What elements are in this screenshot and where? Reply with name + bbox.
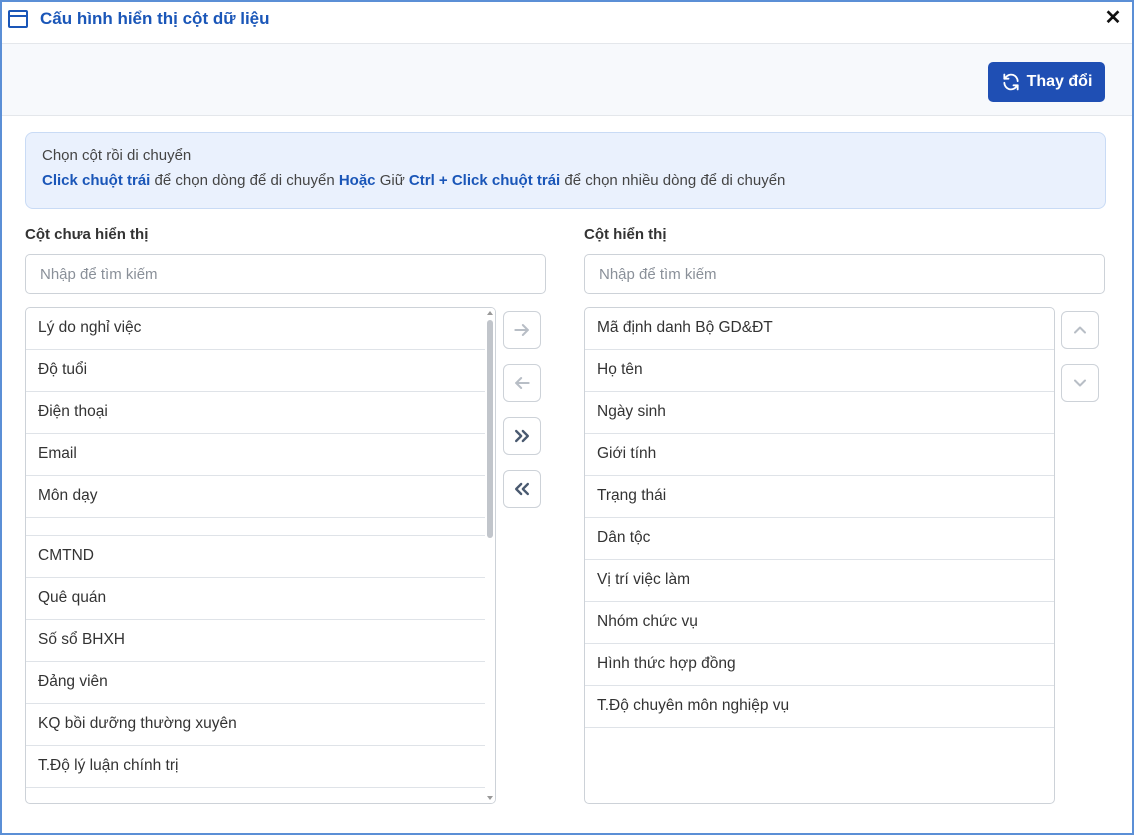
list-item[interactable]: Vị trí việc làm (585, 560, 1054, 602)
dialog-titlebar: Cấu hình hiển thị cột dữ liệu ✕ (2, 2, 1132, 44)
shown-columns-label: Cột hiển thị (584, 226, 667, 243)
scroll-up-arrow-icon[interactable] (487, 311, 493, 315)
scroll-down-arrow-icon[interactable] (487, 796, 493, 800)
instruction-text-b: Giữ (375, 172, 409, 189)
list-item[interactable] (26, 518, 485, 536)
scroll-thumb[interactable] (487, 320, 493, 538)
list-item[interactable]: Giới tính (585, 434, 1054, 476)
instruction-click-left: Click chuột trái (42, 172, 151, 189)
shown-columns-list[interactable]: Mã định danh Bộ GD&ĐT Họ tên Ngày sinh Giới… (584, 307, 1055, 804)
instruction-text-c: để chọn nhiều dòng để di chuyển (560, 172, 786, 189)
list-item[interactable]: Hình thức hợp đồng (585, 644, 1054, 686)
instruction-box: Chọn cột rồi di chuyển Click chuột trái … (25, 132, 1106, 209)
dialog-toolbar: Thay đổi (2, 44, 1132, 116)
arrow-right-icon (514, 324, 529, 336)
list-item[interactable]: T.Độ lý luận chính trị (26, 746, 485, 788)
list-item[interactable]: KQ bồi dưỡng thường xuyên (26, 704, 485, 746)
column-config-dialog: Cấu hình hiển thị cột dữ liệu ✕ Thay đổi… (0, 0, 1134, 835)
dialog-title: Cấu hình hiển thị cột dữ liệu (40, 9, 270, 28)
list-item[interactable]: Độ tuổi (26, 350, 485, 392)
hidden-columns-label: Cột chưa hiển thị (25, 226, 149, 243)
list-item[interactable]: Email (26, 434, 485, 476)
move-right-button[interactable] (503, 311, 541, 349)
refresh-icon (1003, 73, 1019, 91)
move-all-left-button[interactable] (503, 470, 541, 508)
instruction-line-1: Chọn cột rồi di chuyển (42, 147, 192, 164)
move-all-right-button[interactable] (503, 417, 541, 455)
hidden-list-scrollbar[interactable] (485, 308, 495, 803)
list-item[interactable]: T.Độ chuyên môn nghiệp vụ (585, 686, 1054, 728)
double-chevron-left-icon (515, 482, 529, 496)
list-item[interactable]: Họ tên (585, 350, 1054, 392)
change-button[interactable]: Thay đổi (988, 62, 1105, 102)
arrow-left-icon (515, 377, 530, 389)
move-up-button[interactable] (1061, 311, 1099, 349)
change-button-label: Thay đổi (1026, 73, 1093, 90)
list-item[interactable]: Trạng thái (585, 476, 1054, 518)
instruction-or: Hoặc (338, 172, 376, 189)
move-left-button[interactable] (503, 364, 541, 402)
list-item[interactable]: Lý do nghỉ việc (26, 308, 485, 350)
list-item[interactable]: Mã định danh Bộ GD&ĐT (585, 308, 1054, 350)
list-item[interactable]: Quê quán (26, 578, 485, 620)
move-down-button[interactable] (1061, 364, 1099, 402)
instruction-text-a: để chọn dòng để di chuyển (150, 172, 339, 189)
instruction-ctrl-click: Ctrl + Click chuột trái (408, 172, 561, 189)
list-item[interactable]: Điện thoại (26, 392, 485, 434)
list-item[interactable]: Nhóm chức vụ (585, 602, 1054, 644)
list-item[interactable]: Ngày sinh (585, 392, 1054, 434)
instruction-line-2: Click chuột trái để chọn dòng để di chuy… (42, 172, 1089, 189)
chevron-up-icon (1074, 326, 1086, 334)
hidden-columns-list[interactable]: Lý do nghỉ việc Độ tuổi Điện thoại Email Môn… (25, 307, 496, 804)
chevron-down-icon (1074, 379, 1086, 387)
close-button[interactable]: ✕ (1102, 7, 1124, 29)
list-item[interactable]: Đảng viên (26, 662, 485, 704)
list-item[interactable]: Số sổ BHXH (26, 620, 485, 662)
list-item[interactable]: CMTND (26, 536, 485, 578)
shown-search-input[interactable] (584, 254, 1105, 294)
list-item[interactable]: Môn dạy (26, 476, 485, 518)
shown-items-container: Mã định danh Bộ GD&ĐT Họ tên Ngày sinh Giới… (585, 308, 1054, 728)
hidden-search-input[interactable] (25, 254, 546, 294)
window-icon (8, 10, 28, 28)
double-chevron-right-icon (515, 429, 529, 443)
hidden-items-container: Lý do nghỉ việc Độ tuổi Điện thoại Email Môn… (26, 308, 495, 788)
list-item[interactable]: Dân tộc (585, 518, 1054, 560)
